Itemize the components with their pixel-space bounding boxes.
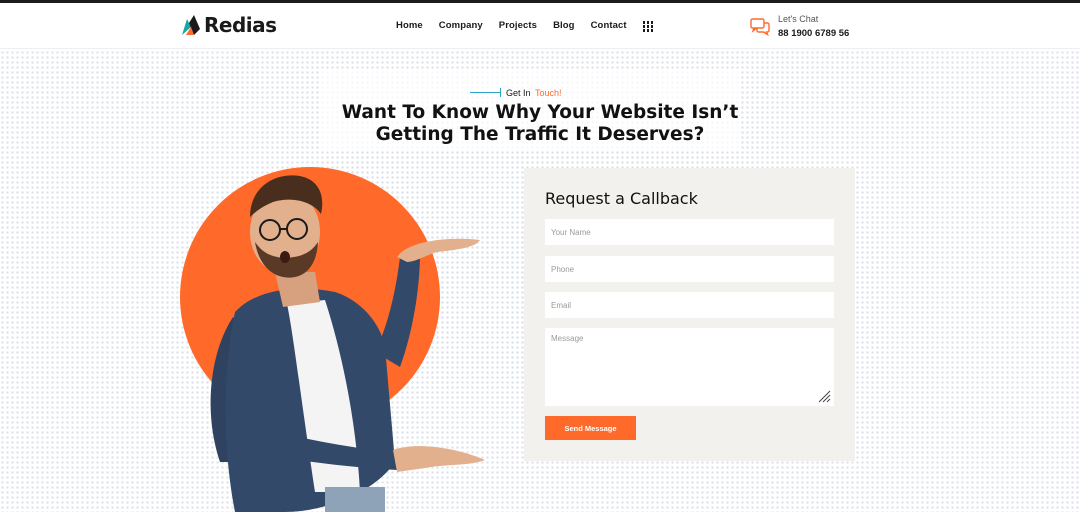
email-input[interactable] <box>545 292 834 318</box>
phone-input[interactable] <box>545 256 834 282</box>
logo-text: Redias <box>204 13 277 37</box>
form-title: Request a Callback <box>545 189 698 208</box>
site-header: Redias Home Company Projects Blog Contac… <box>0 3 1080 49</box>
send-message-button[interactable]: Send Message <box>545 416 636 440</box>
person-illustration <box>180 167 485 512</box>
chat-label: Let's Chat <box>778 14 819 24</box>
chat-bubbles-icon <box>750 17 770 36</box>
logo-mark-icon <box>182 15 200 35</box>
headline-line-2: Getting The Traffic It Deserves? <box>375 124 705 145</box>
eyebrow: Get In Touch! <box>470 83 562 101</box>
nav-company[interactable]: Company <box>439 20 483 31</box>
eyebrow-text: Get In <box>506 88 531 98</box>
chat-phone[interactable]: 88 1900 6789 56 <box>778 28 849 39</box>
nav-contact[interactable]: Contact <box>591 20 627 31</box>
hero-section: Get In Touch! Want To Know Why Your Webs… <box>0 50 1080 512</box>
chat-contact[interactable]: Let's Chat 88 1900 6789 56 <box>750 14 849 39</box>
headline-line-1: Want To Know Why Your Website Isn’t <box>341 102 739 123</box>
main-nav: Home Company Projects Blog Contact <box>396 20 654 32</box>
callback-form-card: Request a Callback Send Message <box>524 168 855 461</box>
eyebrow-line <box>470 87 501 97</box>
nav-home[interactable]: Home <box>396 20 423 31</box>
hero-headline: Want To Know Why Your Website Isn’t Gett… <box>290 102 790 146</box>
eyebrow-accent: Touch! <box>534 88 562 98</box>
nav-blog[interactable]: Blog <box>553 20 575 31</box>
message-textarea[interactable] <box>545 328 834 406</box>
resize-handle-icon[interactable] <box>817 389 831 403</box>
nav-projects[interactable]: Projects <box>499 20 537 31</box>
grid-menu-icon[interactable] <box>642 21 654 32</box>
chat-text: Let's Chat 88 1900 6789 56 <box>778 14 849 39</box>
logo[interactable]: Redias <box>180 13 277 37</box>
name-input[interactable] <box>545 219 834 245</box>
